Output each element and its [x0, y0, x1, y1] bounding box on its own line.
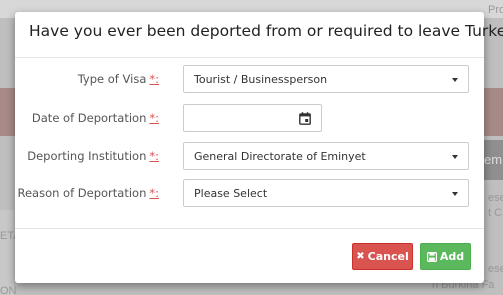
deportation-date-label-text: Date of Deportation [31, 111, 147, 125]
deportation-reason-selected-value: Please Select [194, 187, 268, 200]
deporting-institution-label-text: Deporting Institution [27, 149, 147, 163]
deportation-reason-select[interactable]: Please Select [183, 179, 469, 207]
visa-type-row: Type of Visa *: Tourist / Businessperson [15, 65, 484, 93]
background-text: Pro [488, 4, 503, 16]
save-icon [426, 251, 437, 262]
modal-title: Have you ever been deported from or requ… [29, 22, 503, 40]
background-left-strip [0, 210, 14, 295]
caret-down-icon [452, 155, 458, 159]
background-text: ese [488, 263, 503, 275]
visa-type-select[interactable]: Tourist / Businessperson [183, 65, 469, 93]
caret-down-icon [452, 78, 458, 82]
calendar-icon[interactable] [299, 112, 311, 125]
close-icon: ✖ [356, 250, 365, 262]
background-text: ON [0, 285, 17, 295]
visa-type-label-text: Type of Visa [77, 72, 147, 86]
required-marker: *: [149, 149, 159, 163]
visa-type-selected-value: Tourist / Businessperson [194, 73, 328, 86]
visa-type-label: Type of Visa *: [78, 72, 159, 86]
required-marker: *: [149, 111, 159, 125]
deportation-reason-label: Reason of Deportation *: [17, 186, 159, 200]
add-button-label: Add [439, 250, 465, 263]
deporting-institution-label: Deporting Institution *: [27, 149, 159, 163]
deportation-modal: Have you ever been deported from or requ… [15, 12, 503, 283]
deporting-institution-select[interactable]: General Directorate of Eminyet [183, 142, 469, 170]
deportation-date-label: Date of Deportation *: [32, 111, 159, 125]
required-marker: *: [149, 186, 159, 200]
add-button[interactable]: Add [420, 243, 471, 270]
modal-header: Have you ever been deported from or requ… [15, 12, 503, 58]
cancel-button-label: Cancel [367, 250, 409, 263]
background-text: ese [488, 192, 503, 204]
cancel-button[interactable]: ✖ Cancel [352, 243, 413, 270]
background-text: t C [488, 207, 503, 219]
deportation-date-input[interactable] [183, 104, 322, 132]
background-text: em [484, 152, 503, 167]
modal-footer: ✖ Cancel Add [15, 228, 484, 283]
required-marker: *: [149, 72, 159, 86]
deportation-reason-row: Reason of Deportation *: Please Select [15, 179, 484, 207]
caret-down-icon [452, 192, 458, 196]
deportation-reason-label-text: Reason of Deportation [17, 186, 147, 200]
deporting-institution-row: Deporting Institution *: General Director… [15, 142, 484, 170]
deportation-date-row: Date of Deportation *: [15, 104, 484, 132]
deporting-institution-selected-value: General Directorate of Eminyet [194, 150, 366, 163]
